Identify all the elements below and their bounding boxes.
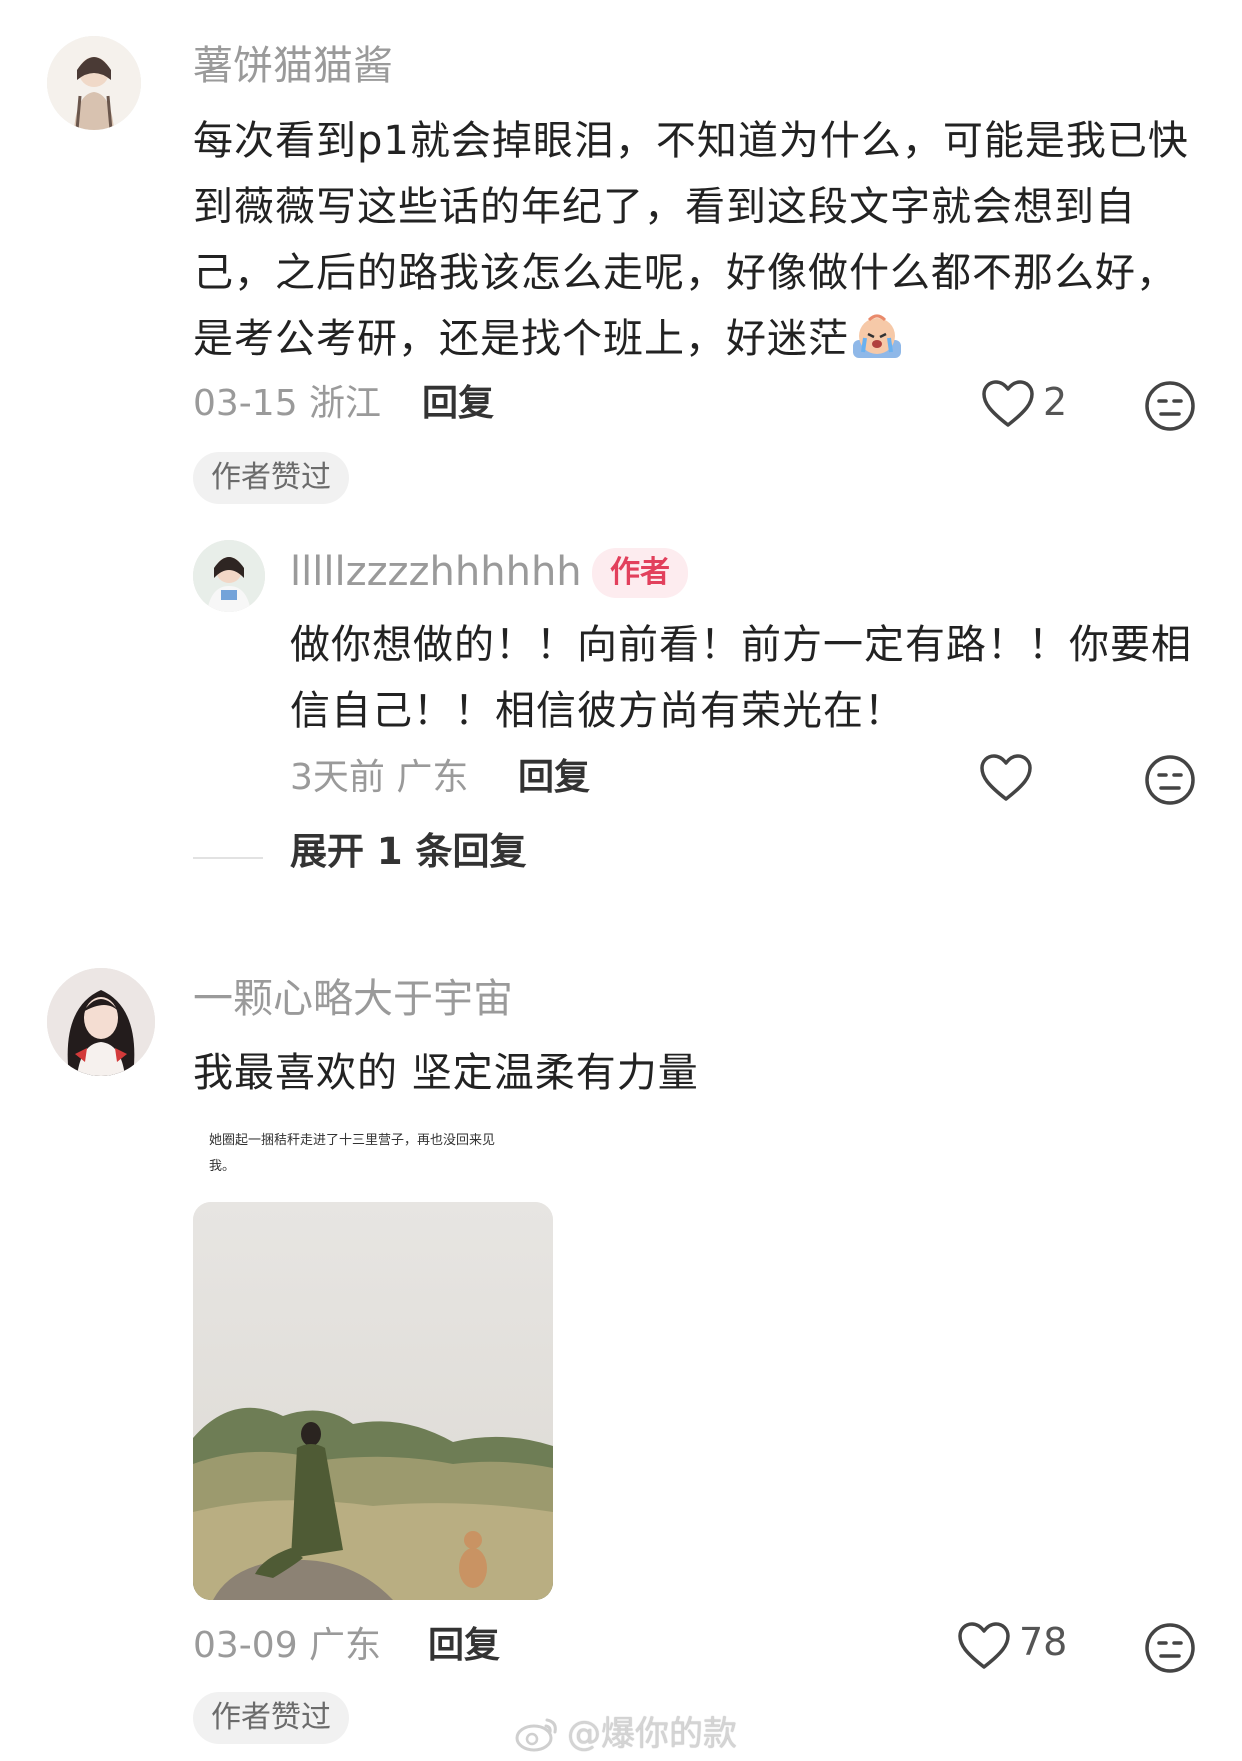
like-count: 78 xyxy=(1019,1620,1068,1664)
like-button[interactable] xyxy=(956,1620,1012,1672)
neutral-face-icon xyxy=(1145,755,1195,805)
comment-date-location: 03-09 广东 xyxy=(193,1625,382,1666)
weibo-logo-icon xyxy=(515,1718,557,1752)
heart-icon xyxy=(982,380,1034,427)
reply-like-button[interactable] xyxy=(978,752,1034,804)
author-liked-badge: 作者赞过 xyxy=(193,452,349,504)
author-badge: 作者 xyxy=(592,548,688,598)
reply-dislike-button[interactable] xyxy=(1144,754,1196,806)
heart-icon xyxy=(958,1622,1010,1669)
dislike-button[interactable] xyxy=(1144,1622,1196,1674)
image-quote-text: 她圈起一捆秸秆走进了十三里营子，再也没回来见我。 xyxy=(209,1133,496,1174)
avatar[interactable] xyxy=(47,968,155,1076)
reply-username[interactable]: lllllzzzzhhhhhh xyxy=(290,548,582,596)
reply-content: 做你想做的！！向前看！前方一定有路！！你要相信自己！！相信彼方尚有荣光在！ xyxy=(290,622,1192,734)
image-quote-area: 她圈起一捆秸秆走进了十三里营子，再也没回来见我。 xyxy=(193,1120,553,1202)
neutral-face-icon xyxy=(1145,381,1195,431)
expand-divider xyxy=(193,857,263,859)
reply-date-location: 3天前 广东 xyxy=(290,757,469,798)
reply-reply-button[interactable]: 回复 xyxy=(518,756,590,800)
comment-username[interactable]: 薯饼猫猫酱 xyxy=(193,42,393,90)
dislike-button[interactable] xyxy=(1144,380,1196,432)
like-count: 2 xyxy=(1043,380,1068,424)
author-liked-badge: 作者赞过 xyxy=(193,1692,349,1744)
like-button[interactable] xyxy=(980,378,1036,430)
weibo-watermark: @爆你的款 xyxy=(515,1712,737,1756)
comment-date-location: 03-15 浙江 xyxy=(193,383,382,424)
expand-replies-button[interactable]: 展开 1 条回复 xyxy=(290,830,527,874)
comment-content: 每次看到p1就会掉眼泪，不知道为什么，可能是我已快到薇薇写这些话的年纪了，看到这… xyxy=(193,108,1203,372)
reply-button[interactable]: 回复 xyxy=(428,1624,500,1668)
reply-avatar[interactable] xyxy=(193,540,265,612)
comment-content: 我最喜欢的 坚定温柔有力量 xyxy=(193,1050,699,1096)
attached-image[interactable]: 她圈起一捆秸秆走进了十三里营子，再也没回来见我。 xyxy=(193,1120,553,1600)
photo xyxy=(193,1202,553,1600)
comment-username[interactable]: 一颗心略大于宇宙 xyxy=(193,975,513,1023)
avatar[interactable] xyxy=(47,36,141,130)
reply-button[interactable]: 回复 xyxy=(422,382,494,426)
photo-illustration xyxy=(193,1202,553,1600)
neutral-face-icon xyxy=(1145,1623,1195,1673)
watermark-text: @爆你的款 xyxy=(567,1714,737,1754)
heart-icon xyxy=(980,754,1032,801)
crying-face-emoji-icon xyxy=(849,310,905,360)
comment-text: 每次看到p1就会掉眼泪，不知道为什么，可能是我已快到薇薇写这些话的年纪了，看到这… xyxy=(193,118,1189,362)
